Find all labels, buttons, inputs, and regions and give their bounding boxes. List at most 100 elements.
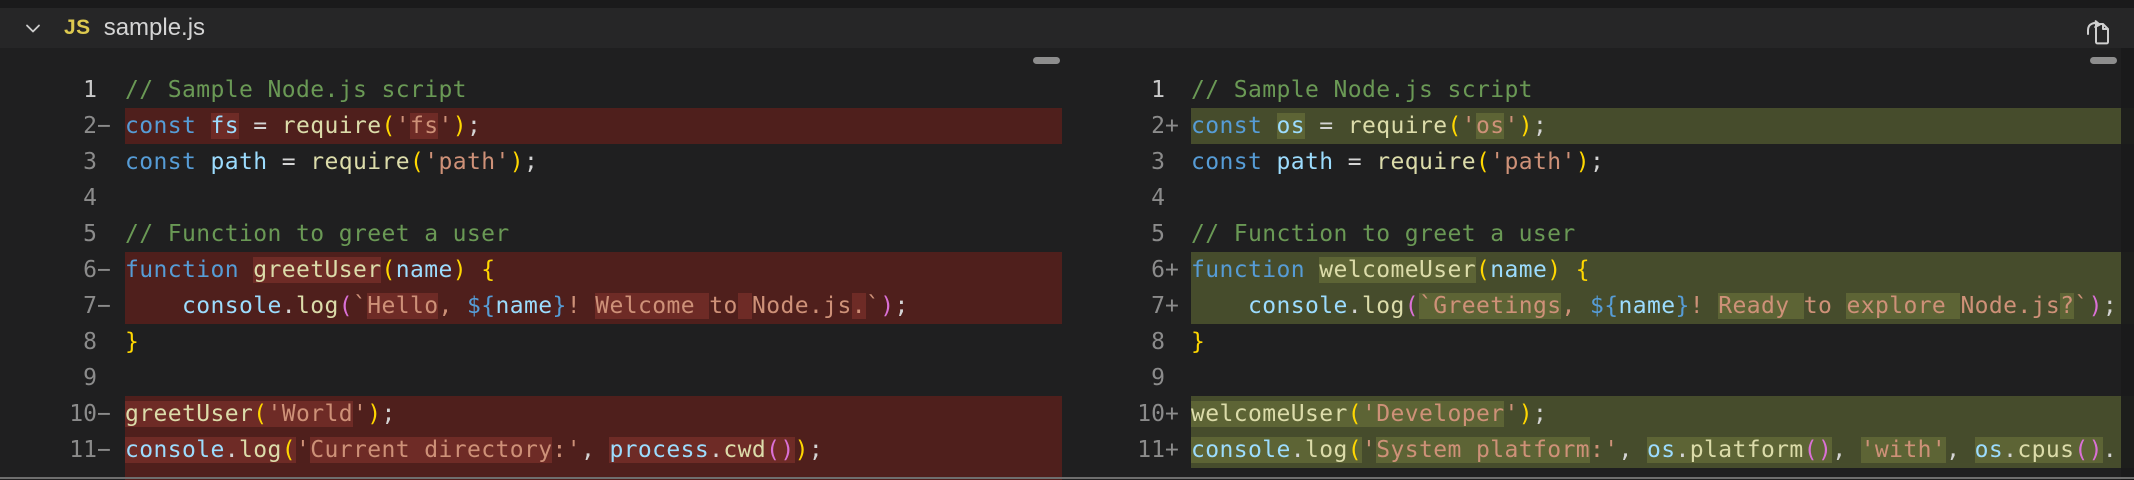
code-text: console.log(`Greetings, ${name}! Ready t… — [1191, 288, 2134, 324]
token: : — [552, 437, 566, 463]
line-number[interactable]: 9 — [0, 360, 97, 396]
line-number[interactable]: 1 — [1062, 72, 1165, 108]
token: ' — [1462, 113, 1476, 139]
open-file-icon[interactable] — [2078, 10, 2118, 53]
line-number[interactable]: 8 — [1062, 324, 1165, 360]
code-line[interactable]: 3const path = require('path'); — [0, 144, 1062, 180]
diff-pane-modified[interactable]: 1 // Sample Node.js script2+const os = re… — [1062, 48, 2134, 480]
token: ; — [1533, 113, 1547, 139]
token: os — [1647, 437, 1676, 463]
token: ) — [367, 401, 381, 427]
code-line[interactable]: 3 const path = require('path'); — [1062, 144, 2134, 180]
token: ( — [1447, 113, 1461, 139]
code-line[interactable]: 11+console.log('System platform:', os.pl… — [1062, 432, 2134, 468]
token: cpus — [2017, 437, 2074, 463]
line-number[interactable]: 4 — [1062, 180, 1165, 216]
code-line[interactable]: 2+const os = require('os'); — [1062, 108, 2134, 144]
token: ( — [1476, 149, 1490, 175]
token: greetUser — [253, 257, 381, 283]
line-number[interactable]: 11 — [1062, 432, 1165, 468]
code-line[interactable]: 8} — [0, 324, 1062, 360]
token: log — [296, 293, 339, 319]
code-line[interactable]: 9 — [0, 360, 1062, 396]
line-number[interactable]: 1 — [0, 72, 97, 108]
diff-sign — [97, 72, 125, 108]
code-line[interactable]: 10+welcomeUser('Developer'); — [1062, 396, 2134, 432]
line-number[interactable]: 7 — [1062, 288, 1165, 324]
diff-sign — [97, 180, 125, 216]
code-line[interactable]: 4 — [1062, 180, 2134, 216]
token: path — [211, 149, 268, 175]
diff-pane-original[interactable]: 1// Sample Node.js script2−const fs = re… — [0, 48, 1062, 480]
line-number[interactable]: 9 — [1062, 360, 1165, 396]
token: Ready — [1718, 293, 1803, 319]
line-number[interactable]: 10 — [0, 396, 97, 432]
token: const — [125, 149, 196, 175]
token: ( — [339, 293, 353, 319]
token: console — [182, 293, 282, 319]
token: , — [1946, 437, 1975, 463]
token: ; — [524, 149, 538, 175]
code-line[interactable]: 5 // Function to greet a user — [0, 216, 1062, 252]
line-number[interactable]: 6 — [0, 252, 97, 288]
line-number[interactable]: 5 — [1062, 216, 1165, 252]
line-number[interactable]: 7 — [0, 288, 97, 324]
code-text — [1191, 360, 2134, 396]
line-number[interactable]: 6 — [1062, 252, 1165, 288]
token: Hello — [367, 293, 438, 319]
line-number[interactable]: 2 — [0, 108, 97, 144]
token: name — [1490, 257, 1547, 283]
token: ${ — [1590, 293, 1619, 319]
line-number[interactable]: 3 — [0, 144, 97, 180]
token: require — [1376, 149, 1476, 175]
token: ) — [2089, 293, 2103, 319]
left-scrollbar-thumb[interactable] — [1033, 57, 1060, 64]
code-line[interactable]: 10−greetUser('World'); — [0, 396, 1062, 432]
code-line[interactable]: 6−function greetUser(name) { — [0, 252, 1062, 288]
line-number[interactable]: 3 — [1062, 144, 1165, 180]
token: , — [1832, 437, 1861, 463]
code-text: const fs = require('fs'); — [125, 108, 1062, 144]
code-line[interactable]: 4 — [0, 180, 1062, 216]
collapse-chevron-icon[interactable] — [22, 17, 44, 39]
code-line[interactable]: 5// Function to greet a user — [1062, 216, 2134, 252]
token: fs — [410, 113, 439, 139]
token: // Function to greet a user — [125, 221, 510, 247]
code-line[interactable]: 1 // Sample Node.js script — [1062, 72, 2134, 108]
code-text: console.log(`Hello, ${name}! Welcome to … — [125, 288, 1062, 324]
line-number[interactable]: 5 — [0, 216, 97, 252]
token: explore — [1846, 293, 1960, 319]
token: ` — [866, 293, 880, 319]
token: } — [1675, 293, 1689, 319]
token: name — [396, 257, 453, 283]
code-text: console.log('System platform:', os.platf… — [1191, 432, 2134, 468]
code-line[interactable]: 2−const fs = require('fs'); — [0, 108, 1062, 144]
code-line[interactable]: 11−console.log('Current directory:', pro… — [0, 432, 1062, 468]
resize-sash[interactable] — [0, 477, 2134, 479]
token: ( — [410, 149, 424, 175]
token: . — [282, 293, 296, 319]
code-text: // Sample Node.js script — [1191, 72, 2134, 108]
token: ; — [809, 437, 823, 463]
line-number[interactable]: 10 — [1062, 396, 1165, 432]
line-number[interactable]: 8 — [0, 324, 97, 360]
code-line[interactable]: 1// Sample Node.js script — [0, 72, 1062, 108]
line-number[interactable]: 4 — [0, 180, 97, 216]
token: ) — [1818, 437, 1832, 463]
code-line[interactable]: 6+function welcomeUser(name) { — [1062, 252, 2134, 288]
code-line[interactable]: 7+ console.log(`Greetings, ${name}! Read… — [1062, 288, 2134, 324]
token: greetUser — [125, 401, 253, 427]
line-number[interactable]: 11 — [0, 432, 97, 468]
token: ' — [1504, 113, 1518, 139]
code-text: const path = require('path'); — [1191, 144, 2134, 180]
line-number[interactable]: 2 — [1062, 108, 1165, 144]
token: = — [268, 149, 311, 175]
token: const — [1191, 113, 1262, 139]
code-line[interactable]: 9 — [1062, 360, 2134, 396]
token: ( — [1804, 437, 1818, 463]
token — [467, 257, 481, 283]
code-line[interactable]: 8} — [1062, 324, 2134, 360]
code-line[interactable]: 7− console.log(`Hello, ${name}! Welcome … — [0, 288, 1062, 324]
token: console — [125, 437, 225, 463]
right-scrollbar-thumb[interactable] — [2090, 57, 2117, 64]
